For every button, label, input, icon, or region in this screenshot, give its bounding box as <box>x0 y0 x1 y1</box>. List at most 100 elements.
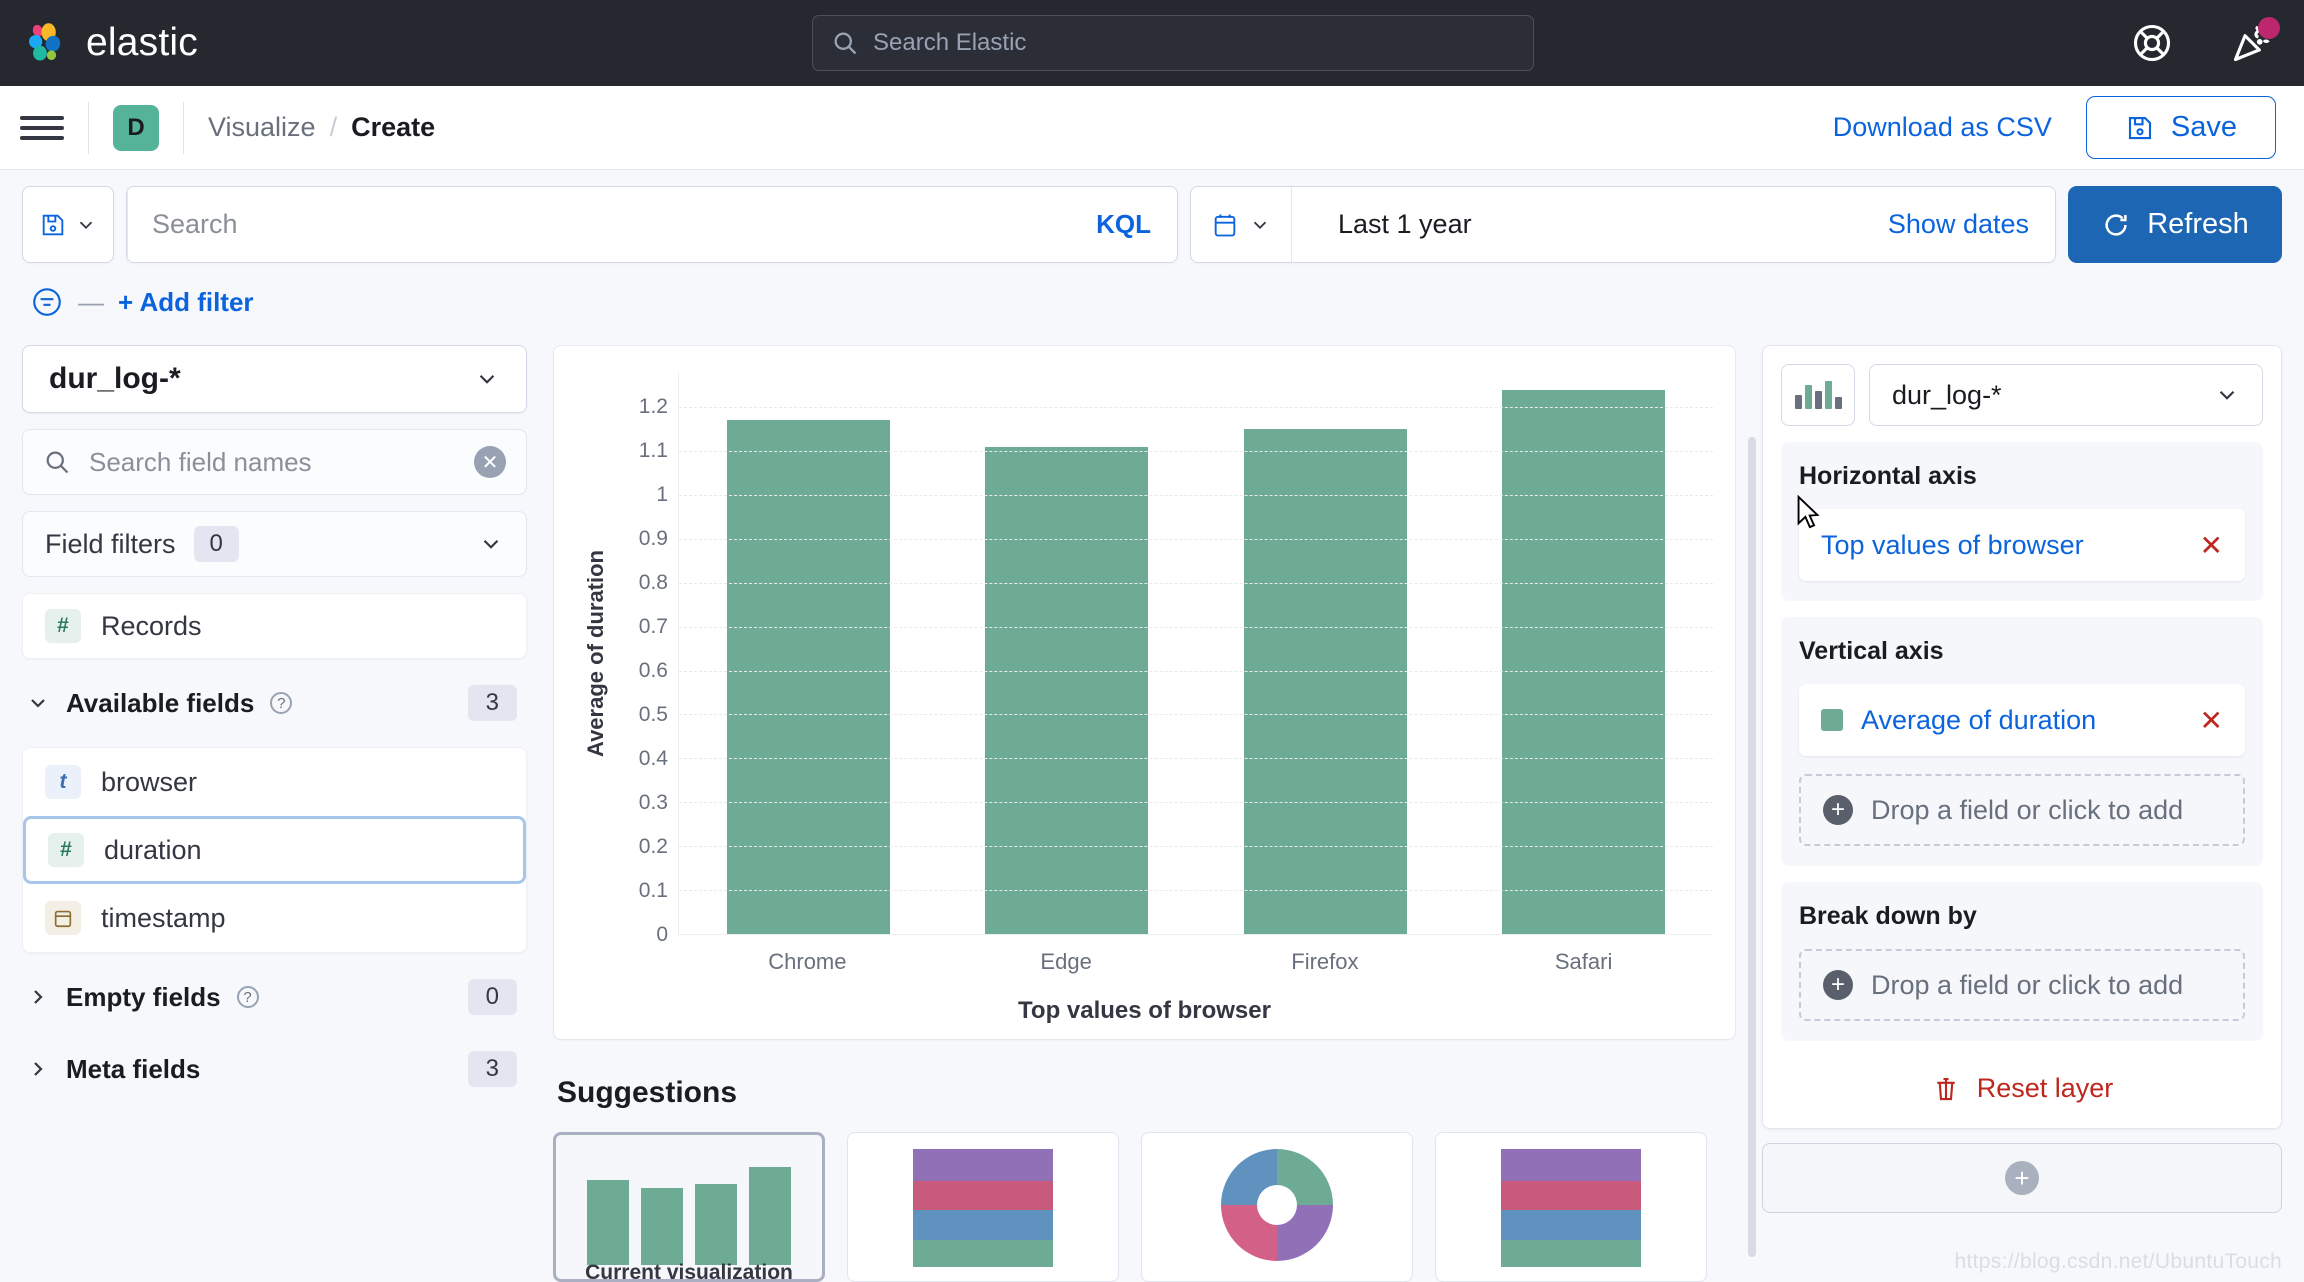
field-item-timestamp[interactable]: timestamp <box>23 884 526 952</box>
layer-header: dur_log-* <box>1781 364 2263 426</box>
hamburger-menu-icon[interactable] <box>20 110 64 146</box>
x-axis-tick: Firefox <box>1291 949 1359 974</box>
date-range-value[interactable]: Last 1 year <box>1316 209 1888 240</box>
field-filters-button[interactable]: Field filters 0 <box>22 511 527 577</box>
kibana-lens-app: elastic Search Elastic D Visualize / Cre… <box>0 0 2304 1282</box>
data-view-select[interactable]: dur_log-* <box>22 345 527 413</box>
plot-area <box>678 372 1713 935</box>
gridline <box>679 538 1713 540</box>
break-down-by-group: Break down by + Drop a field or click to… <box>1781 882 2263 1041</box>
save-button[interactable]: Save <box>2085 96 2276 159</box>
trash-icon <box>1936 1077 1955 1100</box>
horizontal-axis-dimension[interactable]: Top values of browser ✕ <box>1799 509 2245 581</box>
chart-area: Average of duration 0 0.1 0.2 0.3 0.4 0.5 0.6 0… <box>576 372 1713 946</box>
query-input-placeholder[interactable]: Search <box>152 187 1096 262</box>
y-axis-title: Average of duration <box>583 550 608 757</box>
field-item-duration[interactable]: # duration <box>23 816 526 884</box>
suggestion-card-2[interactable] <box>1141 1132 1413 1282</box>
y-axis-tick: 0.7 <box>638 615 668 639</box>
empty-fields-section-header[interactable]: Empty fields ? 0 <box>22 969 527 1025</box>
global-search-input[interactable]: Search Elastic <box>812 15 1534 71</box>
saved-query-menu-button[interactable] <box>22 186 114 263</box>
add-filter-button[interactable]: + Add filter <box>118 287 254 318</box>
chevron-right-icon <box>34 1062 43 1076</box>
suggestion-card-1[interactable] <box>847 1132 1119 1282</box>
reset-layer-button[interactable]: Reset layer <box>1781 1057 2263 1110</box>
gridline <box>679 758 1713 760</box>
global-search-placeholder: Search Elastic <box>873 29 1027 56</box>
y-axis-tick: 1.2 <box>638 395 668 419</box>
suggestion-stack-segment <box>913 1239 1053 1267</box>
clear-icon[interactable]: ✕ <box>474 446 506 478</box>
suggestion-stack-segment <box>1501 1180 1641 1211</box>
bar-slot <box>679 372 938 934</box>
vertical-axis-dimension[interactable]: Average of duration ✕ <box>1799 684 2245 756</box>
field-filters-count: 0 <box>193 526 239 562</box>
plus-icon: + <box>1823 795 1853 825</box>
suggestion-stacked-bar <box>913 1149 1053 1267</box>
filter-icon[interactable] <box>30 285 64 319</box>
y-axis-ticks: 0 0.1 0.2 0.3 0.4 0.5 0.6 0.7 0.8 0.9 1 1.1 1.2 <box>616 372 678 946</box>
header-divider-2 <box>183 101 184 154</box>
help-icon[interactable]: ? <box>236 986 259 1008</box>
elastic-brand[interactable]: elastic <box>22 20 198 66</box>
header-actions: Download as CSV Save <box>1833 96 2276 159</box>
x-axis-tick: Safari <box>1554 949 1613 974</box>
close-icon[interactable]: ✕ <box>2200 529 2223 562</box>
chevron-down-icon <box>1253 221 1267 229</box>
search-icon <box>46 451 69 474</box>
help-icon[interactable]: ? <box>270 692 293 714</box>
show-dates-button[interactable]: Show dates <box>1888 209 2055 240</box>
suggestion-bar <box>749 1167 791 1265</box>
number-field-type-icon: # <box>48 833 84 867</box>
party-popper-icon[interactable] <box>2230 17 2280 65</box>
save-disk-icon <box>42 214 64 235</box>
download-csv-button[interactable]: Download as CSV <box>1833 112 2052 143</box>
field-records[interactable]: # Records <box>22 593 527 659</box>
workspace: dur_log-* Search field names ✕ Field fil… <box>0 337 2304 1282</box>
field-item-browser[interactable]: t browser <box>23 748 526 816</box>
breadcrumb-create: Create <box>351 112 436 142</box>
breadcrumb: Visualize / Create <box>208 112 435 143</box>
suggestion-card-0[interactable]: Current visualization <box>553 1132 825 1282</box>
date-quick-menu-button[interactable] <box>1191 211 1291 239</box>
chevron-down-icon <box>31 699 45 708</box>
refresh-button-label: Refresh <box>2147 208 2249 240</box>
query-language-button[interactable]: KQL <box>1096 209 1151 240</box>
save-disk-icon <box>2128 116 2151 139</box>
refresh-button[interactable]: Refresh <box>2068 186 2282 263</box>
topbar-actions <box>2130 17 2280 65</box>
meta-fields-section-header[interactable]: Meta fields 3 <box>22 1041 527 1097</box>
config-panel: dur_log-* Horizontal axis Top values of … <box>1762 337 2282 1282</box>
bar-safari[interactable] <box>1502 389 1666 934</box>
breadcrumb-visualize[interactable]: Visualize <box>208 112 316 143</box>
meta-fields-label: Meta fields <box>66 1053 201 1084</box>
break-down-by-dropzone[interactable]: + Drop a field or click to add <box>1799 949 2245 1021</box>
plus-icon: + <box>2005 1161 2039 1195</box>
x-axis-tick: Edge <box>1040 949 1092 974</box>
workspace-scrollbar[interactable] <box>1748 437 1756 1257</box>
suggestion-card-3[interactable] <box>1435 1132 1707 1282</box>
bar-edge[interactable] <box>985 446 1149 934</box>
chart-panel: Average of duration 0 0.1 0.2 0.3 0.4 0.5 0.6 0… <box>553 345 1736 1040</box>
query-input-box[interactable]: Search KQL <box>126 186 1178 263</box>
lifebuoy-icon[interactable] <box>2130 21 2174 65</box>
bar-firefox[interactable] <box>1243 429 1407 934</box>
gridline <box>679 846 1713 848</box>
bar-chart-icon[interactable] <box>1781 364 1855 426</box>
vertical-axis-group: Vertical axis Average of duration ✕ + Dr… <box>1781 617 2263 866</box>
space-badge[interactable]: D <box>113 104 159 151</box>
search-icon <box>834 32 857 55</box>
x-axis-tick: Chrome <box>768 949 847 974</box>
suggestions-list: Current visualization <box>553 1132 1736 1282</box>
data-view-value: dur_log-* <box>49 362 181 395</box>
y-axis-tick: 0.2 <box>638 835 668 859</box>
visualization-workspace: Average of duration 0 0.1 0.2 0.3 0.4 0.5 0.6 0… <box>527 337 1820 1282</box>
vertical-axis-dropzone[interactable]: + Drop a field or click to add <box>1799 774 2245 846</box>
field-search-input[interactable]: Search field names ✕ <box>22 429 527 495</box>
close-icon[interactable]: ✕ <box>2200 704 2223 737</box>
bar-chrome[interactable] <box>726 420 890 934</box>
available-fields-section-header[interactable]: Available fields ? 3 <box>22 675 527 731</box>
add-layer-button[interactable]: + <box>1762 1143 2282 1213</box>
layer-data-view-select[interactable]: dur_log-* <box>1869 364 2263 426</box>
